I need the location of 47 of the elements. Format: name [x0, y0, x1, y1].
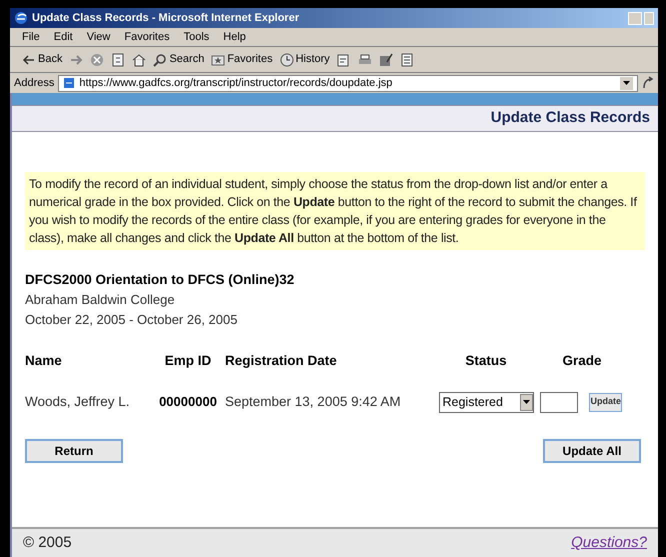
address-field[interactable]: https://www.gadfcs.org/transcript/instructor/records/doupdate.jsp — [58, 74, 638, 92]
copyright-text: © 2005 — [23, 532, 72, 553]
home-icon[interactable] — [132, 52, 146, 66]
star-folder-icon — [211, 52, 226, 66]
clock-icon — [280, 52, 294, 66]
update-all-button[interactable]: Update All — [543, 438, 641, 462]
menu-item[interactable]: File — [22, 28, 40, 46]
menu-item[interactable]: View — [86, 28, 110, 46]
questions-link[interactable]: Questions? — [571, 532, 647, 554]
favorites-button[interactable]: Favorites — [211, 51, 273, 68]
stop-icon[interactable] — [90, 52, 104, 66]
go-arrow-icon[interactable] — [642, 76, 654, 90]
college-name: Abraham Baldwin College — [25, 291, 176, 310]
page-heading: Update Class Records — [490, 108, 650, 128]
back-button[interactable]: Back — [22, 51, 62, 68]
table-cell-text: 00000000 — [158, 393, 218, 412]
column-header: Status — [464, 352, 508, 370]
grade-field[interactable] — [540, 392, 578, 412]
menu-item[interactable]: Favorites — [124, 28, 170, 46]
update-button[interactable]: Update — [589, 392, 622, 412]
edit-icon[interactable] — [378, 52, 393, 66]
window-title: Update Class Records - Microsoft Internet Explorer — [32, 10, 300, 26]
history-button[interactable]: History — [280, 51, 330, 68]
search-button[interactable]: Search — [153, 51, 204, 68]
refresh-icon[interactable] — [111, 52, 126, 66]
menu-item[interactable]: Tools — [184, 28, 210, 46]
course-title: DFCS2000 Orientation to DFCS (Online)32 — [25, 271, 296, 289]
printer-icon[interactable] — [358, 52, 372, 66]
column-header: Registration Date — [224, 352, 338, 370]
table-cell-text: Woods, Jeffrey L. — [25, 392, 131, 411]
status-dropdown[interactable]: Registered — [438, 392, 534, 412]
instructions-text: To modify the record of an individual student, simply choose the status from the drop-down list and/or enter a numerical grade in the box provided. Click on the Update button to the right of the record to submit the changes. If you wish to modify the records of the entire class (for example, if you are entering grades for everyone in the class), make all changes and click the Update All button at the bottom of the list. — [25, 172, 645, 250]
column-header: Name — [25, 352, 63, 370]
column-header: Emp ID — [164, 352, 212, 370]
menu-item[interactable]: Help — [223, 28, 246, 46]
browser-icon — [14, 11, 28, 25]
search-icon — [153, 52, 168, 66]
table-cell-text: September 13, 2005 9:42 AM — [224, 392, 402, 411]
menu-item[interactable]: Edit — [54, 28, 73, 46]
column-header: Grade — [561, 352, 603, 370]
page-icon — [63, 77, 76, 89]
return-button[interactable]: Return — [25, 438, 123, 462]
back-arrow-icon — [22, 52, 36, 66]
address-label: Address — [14, 76, 54, 91]
document-icon[interactable] — [400, 52, 414, 66]
mail-icon[interactable] — [336, 52, 351, 66]
course-dates: October 22, 2005 - October 26, 2005 — [25, 310, 238, 329]
